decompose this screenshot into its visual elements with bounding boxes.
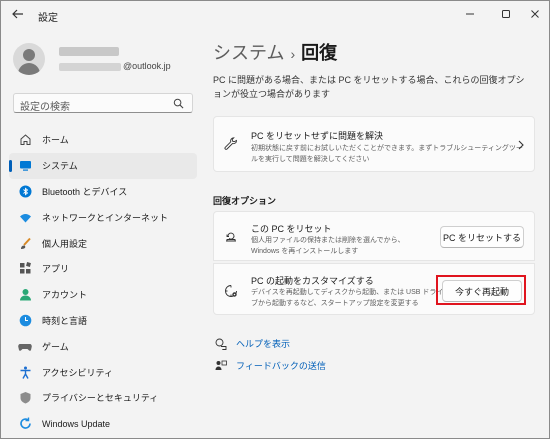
brush-icon — [18, 236, 32, 250]
sidebar-item-bluetooth[interactable]: Bluetooth とデバイス — [9, 179, 197, 205]
troubleshoot-description: 初期状態に戻す前にお試しいただくことができます。まずトラブルシューティングツール… — [251, 145, 523, 163]
search-icon — [173, 98, 184, 109]
sidebar-item-personalization[interactable]: 個人用設定 — [9, 230, 197, 256]
search-input[interactable]: 設定の検索 — [13, 93, 193, 113]
profile-email: @outlook.jp — [123, 61, 171, 71]
sidebar-item-label: Bluetooth とデバイス — [42, 186, 128, 197]
give-feedback-label: フィードバックの送信 — [236, 361, 326, 371]
troubleshoot-title: PC をリセットせずに問題を解決 — [251, 131, 384, 141]
sidebar-item-windows-update[interactable]: Windows Update — [9, 411, 197, 437]
advanced-startup-title: PC の起動をカスタマイズする — [251, 276, 374, 286]
apps-icon — [18, 262, 32, 276]
sidebar-item-privacy-security[interactable]: プライバシーとセキュリティ — [9, 385, 197, 411]
advanced-startup-desc-line2: ブから起動するなど、スタートアップ設定を変更する — [251, 300, 419, 307]
page-title: 回復 — [301, 43, 338, 63]
accessibility-icon — [18, 365, 32, 379]
sidebar-item-time-language[interactable]: 時刻と言語 — [9, 308, 197, 334]
sidebar-item-label: システム — [42, 161, 78, 172]
sidebar-item-label: 個人用設定 — [42, 238, 88, 249]
reset-pc-icon — [226, 232, 236, 242]
advanced-startup-description: デバイスを再起動してディスクから起動、または USB ドライ ブから起動するなど… — [251, 287, 443, 309]
avatar[interactable] — [13, 43, 45, 75]
sidebar-item-accessibility[interactable]: アクセシビリティ — [9, 359, 197, 385]
breadcrumb-parent[interactable]: システム — [213, 43, 284, 63]
bluetooth-icon — [18, 184, 32, 198]
settings-window: 設定 @outlook.jp 設定の検索 ホーム システム Bluetooth … — [0, 0, 550, 439]
back-arrow-icon[interactable] — [11, 7, 27, 23]
globe-clock-icon — [18, 313, 32, 327]
sidebar-item-label: アカウント — [42, 290, 88, 301]
troubleshoot-card[interactable]: PC をリセットせずに問題を解決 初期状態に戻す前にお試しいただくことができます… — [213, 116, 535, 172]
reset-pc-title: この PC をリセット — [251, 224, 332, 234]
chevron-right-icon — [518, 140, 524, 150]
breadcrumb-separator: › — [290, 46, 296, 62]
home-icon — [18, 133, 32, 147]
breadcrumb: システム › 回復 — [213, 39, 337, 65]
sidebar-item-label: ネットワークとインターネット — [42, 212, 169, 223]
get-help-label: ヘルプを表示 — [236, 339, 291, 349]
sidebar-item-accounts[interactable]: アカウント — [9, 282, 197, 308]
profile-name-redacted — [59, 47, 119, 56]
sidebar-item-label: プライバシーとセキュリティ — [42, 393, 159, 404]
account-icon — [18, 288, 32, 302]
minimize-button[interactable] — [452, 3, 488, 25]
sidebar-item-label: アプリ — [42, 264, 70, 275]
shield-icon — [18, 391, 32, 405]
sidebar-item-home[interactable]: ホーム — [9, 127, 197, 153]
windows-update-icon — [18, 417, 32, 431]
search-placeholder: 設定の検索 — [20, 102, 70, 113]
sidebar-item-label: アクセシビリティ — [42, 367, 114, 378]
highlight-box — [436, 275, 526, 305]
sidebar-item-label: ホーム — [42, 135, 69, 146]
wifi-icon — [18, 210, 32, 224]
profile-email-redacted — [59, 63, 121, 71]
page-description: PC に問題がある場合、または PC をリセットする場合、これらの回復オプション… — [213, 75, 525, 99]
close-button[interactable] — [517, 3, 550, 25]
give-feedback-link[interactable]: フィードバックの送信 — [215, 359, 326, 372]
feedback-icon — [215, 360, 227, 370]
help-icon — [215, 338, 227, 350]
gamepad-icon — [18, 339, 32, 353]
system-icon — [18, 159, 32, 173]
sidebar-item-label: 時刻と言語 — [42, 315, 88, 326]
sidebar-item-system[interactable]: システム — [9, 152, 197, 179]
recovery-options-heading: 回復オプション — [213, 196, 277, 206]
sidebar-item-gaming[interactable]: ゲーム — [9, 333, 197, 359]
reset-pc-desc-line1: 個人用ファイルの保持または削除を選んでから、 — [251, 237, 405, 244]
title-bar: 設定 — [1, 1, 549, 29]
get-help-link[interactable]: ヘルプを表示 — [215, 337, 290, 350]
reset-pc-description: 個人用ファイルの保持または削除を選んでから、 Windows を再インストールし… — [251, 235, 405, 257]
advanced-startup-desc-line1: デバイスを再起動してディスクから起動、または USB ドライ — [251, 289, 444, 296]
wrench-icon — [224, 137, 237, 150]
sidebar-item-network[interactable]: ネットワークとインターネット — [9, 204, 197, 230]
sidebar-item-label: Windows Update — [42, 418, 111, 429]
reset-pc-desc-line2: Windows を再インストールします — [251, 248, 359, 255]
sidebar-item-apps[interactable]: アプリ — [9, 256, 197, 282]
reset-pc-card: この PC をリセット 個人用ファイルの保持または削除を選んでから、 Windo… — [213, 211, 535, 261]
advanced-startup-icon — [225, 285, 237, 297]
reset-pc-button[interactable]: PC をリセットする — [440, 226, 524, 248]
app-title: 設定 — [38, 13, 58, 24]
sidebar-item-label: ゲーム — [42, 341, 69, 352]
sidebar-nav: ホーム システム Bluetooth とデバイス ネットワークとインターネット … — [9, 127, 197, 437]
